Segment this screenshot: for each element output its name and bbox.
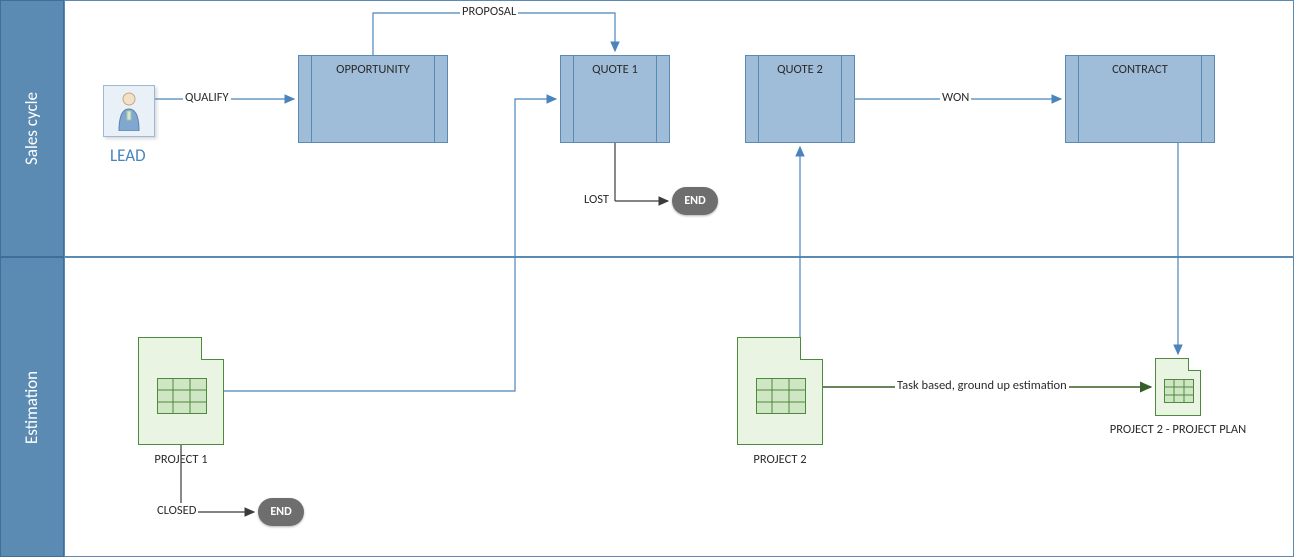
node-quote2-label: QUOTE 2 [746, 62, 854, 77]
node-end-closed: END [258, 498, 304, 526]
edge-lost-label: LOST [582, 192, 611, 207]
lane-header-sales: Sales cycle [0, 0, 64, 257]
edge-closed-label: CLOSED [155, 503, 198, 518]
node-opportunity-label: OPPORTUNITY [299, 62, 447, 77]
edge-qualify-label: QUALIFY [183, 90, 231, 105]
node-contract-label: CONTRACT [1066, 62, 1214, 77]
edge-taskbased-label: Task based, ground up estimation [895, 378, 1069, 393]
node-end-lost-label: END [684, 194, 705, 208]
swimlane-diagram: Sales cycle Estimation LEAD OPPORTUNITY … [0, 0, 1295, 557]
node-project2 [737, 337, 823, 445]
lead-label: LEAD [110, 145, 146, 166]
node-quote2: QUOTE 2 [745, 55, 855, 143]
node-quote1: QUOTE 1 [560, 55, 670, 143]
node-project1-label: PROJECT 1 [120, 452, 242, 467]
node-end-lost: END [672, 187, 718, 215]
node-end-closed-label: END [270, 505, 291, 519]
node-opportunity: OPPORTUNITY [298, 55, 448, 143]
lane-header-estimation: Estimation [0, 257, 64, 557]
edge-proposal-label: PROPOSAL [460, 4, 518, 19]
edge-won-label: WON [940, 90, 971, 105]
lane-title-estimation: Estimation [22, 370, 43, 443]
lane-title-sales: Sales cycle [22, 92, 43, 165]
node-contract: CONTRACT [1065, 55, 1215, 143]
lane-body-estimation [64, 257, 1294, 557]
node-project2-label: PROJECT 2 [720, 452, 840, 467]
node-quote1-label: QUOTE 1 [561, 62, 669, 77]
lead-icon [103, 85, 155, 137]
node-project-plan-label: PROJECT 2 - PROJECT PLAN [1082, 422, 1274, 437]
node-project1 [138, 337, 224, 445]
node-project-plan [1155, 358, 1201, 416]
